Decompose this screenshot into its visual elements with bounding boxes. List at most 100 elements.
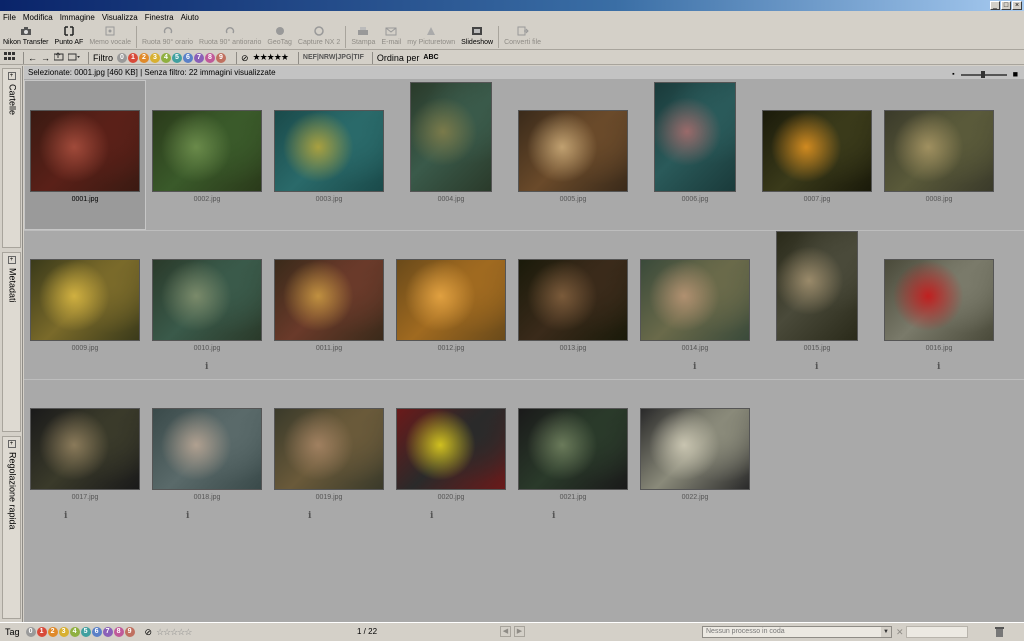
capture-nx-icon: [312, 25, 326, 37]
menu-visualizza[interactable]: Visualizza: [102, 11, 138, 24]
label-chip-0[interactable]: 0: [25, 627, 36, 637]
menu-aiuto[interactable]: Aiuto: [181, 11, 199, 24]
rating-filter[interactable]: ★★★★★: [253, 52, 289, 63]
label-chip-4[interactable]: 4: [161, 52, 171, 63]
info-icon[interactable]: i: [815, 362, 818, 372]
collapse-icon[interactable]: +: [7, 256, 16, 264]
photo-thumbnail[interactable]: [640, 408, 750, 490]
label-chip-4[interactable]: 4: [69, 627, 80, 637]
info-icon[interactable]: i: [937, 362, 940, 372]
label-chip-0[interactable]: 0: [117, 52, 127, 63]
menu-finestra[interactable]: Finestra: [145, 11, 174, 24]
process-queue-dropdown[interactable]: Nessun processo in coda ▼: [702, 626, 892, 638]
label-chip-5[interactable]: 5: [172, 52, 182, 63]
photo-thumbnail[interactable]: [274, 110, 384, 192]
info-icon[interactable]: i: [693, 362, 696, 372]
no-rating-icon[interactable]: ⊘: [241, 51, 249, 65]
photo-thumbnail[interactable]: [884, 259, 994, 341]
minimize-button[interactable]: _: [990, 1, 1000, 10]
capture-nx-button[interactable]: Capture NX 2: [295, 24, 343, 49]
label-chip-6[interactable]: 6: [183, 52, 193, 63]
photo-thumbnail[interactable]: [654, 82, 736, 192]
sidebar-tab-regolazione[interactable]: + Regolazione rapida: [2, 436, 21, 619]
geotag-button[interactable]: GeoTag: [264, 24, 295, 49]
info-icon[interactable]: i: [308, 511, 311, 521]
back-arrow-icon[interactable]: ←: [28, 51, 37, 65]
menu-modifica[interactable]: Modifica: [23, 11, 53, 24]
photo-thumbnail[interactable]: [30, 259, 140, 341]
label-chip-6[interactable]: 6: [91, 627, 102, 637]
af-point-button[interactable]: Punto AF: [52, 24, 87, 49]
label-chip-3[interactable]: 3: [58, 627, 69, 637]
photo-thumbnail[interactable]: [152, 259, 262, 341]
menu-file[interactable]: File: [3, 11, 16, 24]
convert-file-button[interactable]: Converti file: [501, 24, 544, 49]
photo-thumbnail[interactable]: [518, 110, 628, 192]
photo-thumbnail[interactable]: [640, 259, 750, 341]
label-chip-3[interactable]: 3: [150, 52, 160, 63]
info-icon[interactable]: i: [430, 511, 433, 521]
up-folder-icon[interactable]: [53, 51, 64, 65]
email-button[interactable]: E-mail: [378, 24, 404, 49]
photo-thumbnail[interactable]: [396, 408, 506, 490]
info-icon[interactable]: i: [205, 362, 208, 372]
picturetown-button[interactable]: my Picturetown: [404, 24, 458, 49]
tag-rating-stars[interactable]: ☆☆☆☆☆: [156, 625, 192, 639]
label-chip-7[interactable]: 7: [194, 52, 204, 63]
photo-thumbnail[interactable]: [884, 110, 994, 192]
trash-icon[interactable]: [994, 626, 1005, 638]
collapse-icon[interactable]: +: [7, 72, 16, 80]
collapse-icon[interactable]: +: [7, 440, 16, 448]
photo-thumbnail[interactable]: [396, 259, 506, 341]
photo-thumbnail[interactable]: [518, 259, 628, 341]
info-icon[interactable]: i: [552, 511, 555, 521]
print-button[interactable]: Stampa: [348, 24, 378, 49]
label-chip-2[interactable]: 2: [47, 627, 58, 637]
label-chip-9[interactable]: 9: [124, 627, 135, 637]
photo-thumbnail[interactable]: [762, 110, 872, 192]
info-icon[interactable]: i: [64, 511, 67, 521]
rotate-cw-button[interactable]: Ruota 90° orario: [139, 24, 196, 49]
photo-thumbnail[interactable]: [30, 408, 140, 490]
chevron-down-icon[interactable]: ▼: [881, 627, 891, 637]
label-chip-2[interactable]: 2: [139, 52, 149, 63]
photo-thumbnail[interactable]: [518, 408, 628, 490]
prev-button[interactable]: ◀: [500, 626, 511, 637]
grid-view-icon[interactable]: [4, 51, 15, 65]
photo-thumbnail[interactable]: [274, 408, 384, 490]
label-chip-7[interactable]: 7: [102, 627, 113, 637]
photo-thumbnail[interactable]: [152, 110, 262, 192]
sidebar-tab-cartelle[interactable]: + Cartelle: [2, 68, 21, 248]
label-chip-1[interactable]: 1: [36, 627, 47, 637]
sort-abc-icon[interactable]: ABC: [423, 51, 438, 65]
photo-thumbnail[interactable]: [410, 82, 492, 192]
label-chip-5[interactable]: 5: [80, 627, 91, 637]
menu-immagine[interactable]: Immagine: [60, 11, 95, 24]
next-button[interactable]: ▶: [514, 626, 525, 637]
folder-menu-icon[interactable]: [67, 51, 80, 65]
cancel-process-icon[interactable]: ✕: [896, 627, 904, 638]
voice-memo-button[interactable]: Memo vocale: [86, 24, 134, 49]
info-icon[interactable]: i: [186, 511, 189, 521]
photo-thumbnail[interactable]: [274, 259, 384, 341]
photo-thumbnail[interactable]: [776, 231, 858, 341]
sidebar-tab-metadati[interactable]: + Metadati: [2, 252, 21, 432]
label-chip-1[interactable]: 1: [128, 52, 138, 63]
label-chip-8[interactable]: 8: [113, 627, 124, 637]
no-rating-icon[interactable]: ⊘: [145, 625, 153, 639]
close-button[interactable]: ×: [1012, 1, 1022, 10]
photo-thumbnail[interactable]: [30, 110, 140, 192]
zoom-large-icon[interactable]: ■: [1013, 68, 1018, 81]
format-filter[interactable]: NEF|NRW|JPG|TIF: [303, 51, 364, 65]
nikon-transfer-button[interactable]: Nikon Transfer: [0, 24, 52, 49]
forward-arrow-icon[interactable]: →: [41, 51, 50, 65]
zoom-small-icon[interactable]: ▪: [952, 68, 954, 81]
label-chip-9[interactable]: 9: [216, 52, 226, 63]
photo-thumbnail[interactable]: [152, 408, 262, 490]
slideshow-button[interactable]: Slideshow: [458, 24, 496, 49]
label-chip-8[interactable]: 8: [205, 52, 215, 63]
maximize-button[interactable]: □: [1001, 1, 1011, 10]
rotate-ccw-button[interactable]: Ruota 90° antiorario: [196, 24, 264, 49]
zoom-slider-knob[interactable]: [980, 70, 985, 78]
zoom-slider[interactable]: [960, 70, 1007, 78]
